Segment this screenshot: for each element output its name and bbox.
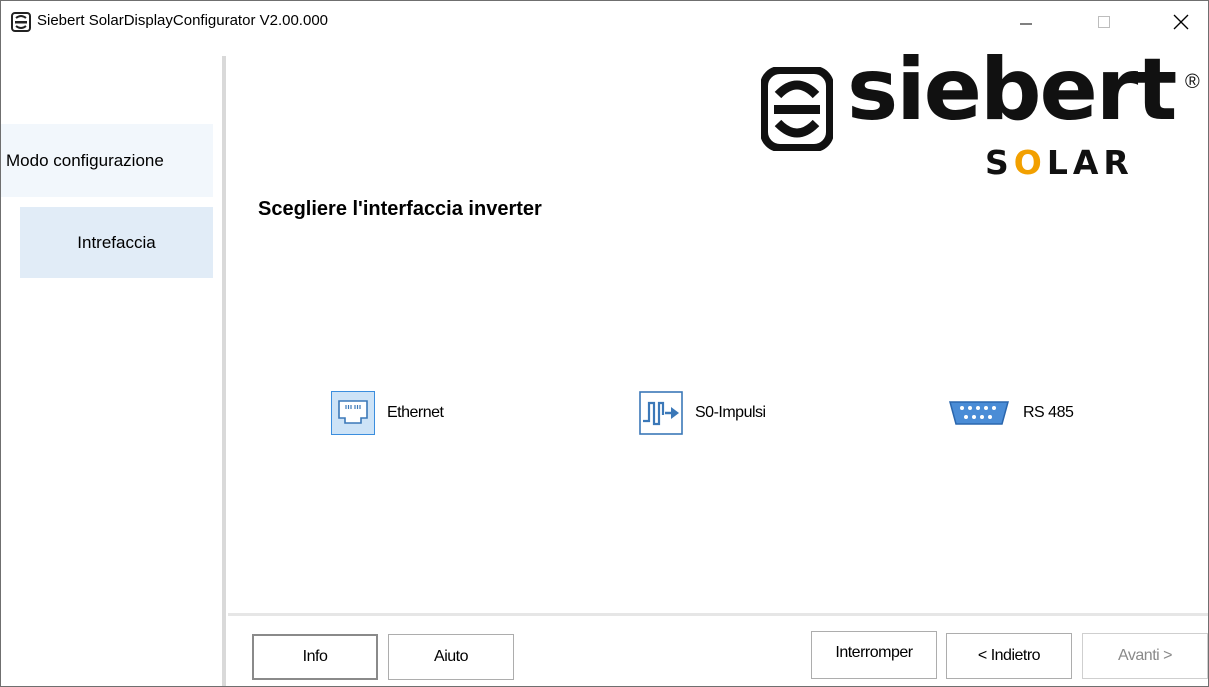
page-title: Scegliere l'interfaccia inverter: [258, 198, 542, 220]
logo-solar-suffix: LAR: [1046, 143, 1134, 182]
logo-wordmark: siebert: [847, 40, 1177, 140]
option-icon-box: [639, 391, 683, 435]
close-icon: [1173, 14, 1189, 29]
maximize-icon: [1098, 15, 1110, 28]
sidebar-item-label: Intrefaccia: [77, 232, 156, 252]
info-button[interactable]: Info: [252, 634, 378, 680]
pulse-signal-icon: [639, 391, 683, 435]
option-label: S0-Impulsi: [695, 404, 766, 421]
logo-solar-text: SOLAR: [985, 143, 1134, 182]
close-button[interactable]: [1158, 1, 1204, 42]
ethernet-port-icon: [338, 400, 368, 424]
sidebar-divider: [222, 56, 226, 686]
sidebar-item-interface[interactable]: Intrefaccia: [20, 207, 213, 278]
maximize-button[interactable]: [1081, 1, 1127, 42]
window-title: Siebert SolarDisplayConfigurator V2.00.0…: [37, 12, 328, 29]
back-button[interactable]: < Indietro: [946, 633, 1072, 679]
serial-port-icon: [949, 401, 1009, 425]
minimize-icon: [1020, 23, 1032, 24]
app-window: Siebert SolarDisplayConfigurator V2.00.0…: [0, 0, 1209, 687]
next-button[interactable]: Avanti >: [1082, 633, 1208, 679]
siebert-logo-icon: [11, 12, 31, 32]
option-s0-pulses[interactable]: S0-Impulsi: [639, 390, 766, 436]
help-button[interactable]: Aiuto: [388, 634, 514, 680]
minimize-button[interactable]: [1003, 1, 1049, 42]
registered-mark: ®: [1185, 71, 1200, 93]
sidebar-item-label: Modo configurazione: [6, 150, 164, 170]
title-bar[interactable]: Siebert SolarDisplayConfigurator V2.00.0…: [1, 1, 1208, 42]
footer-divider: [228, 613, 1208, 616]
siebert-solar-logo: siebert ® SOLAR: [761, 47, 1206, 182]
option-icon-box: [331, 391, 375, 435]
option-rs485[interactable]: RS 485: [947, 390, 1074, 436]
logo-solar-sun: O: [1013, 143, 1047, 182]
logo-solar-prefix: S: [985, 143, 1014, 182]
sidebar-item-configuration-mode[interactable]: Modo configurazione: [1, 124, 213, 197]
siebert-logo-mark-icon: [761, 67, 833, 151]
option-icon-box: [947, 391, 1011, 435]
cancel-button[interactable]: Interromper: [811, 631, 937, 679]
option-ethernet[interactable]: Ethernet: [331, 390, 444, 436]
option-label: RS 485: [1023, 404, 1074, 421]
option-label: Ethernet: [387, 404, 444, 421]
